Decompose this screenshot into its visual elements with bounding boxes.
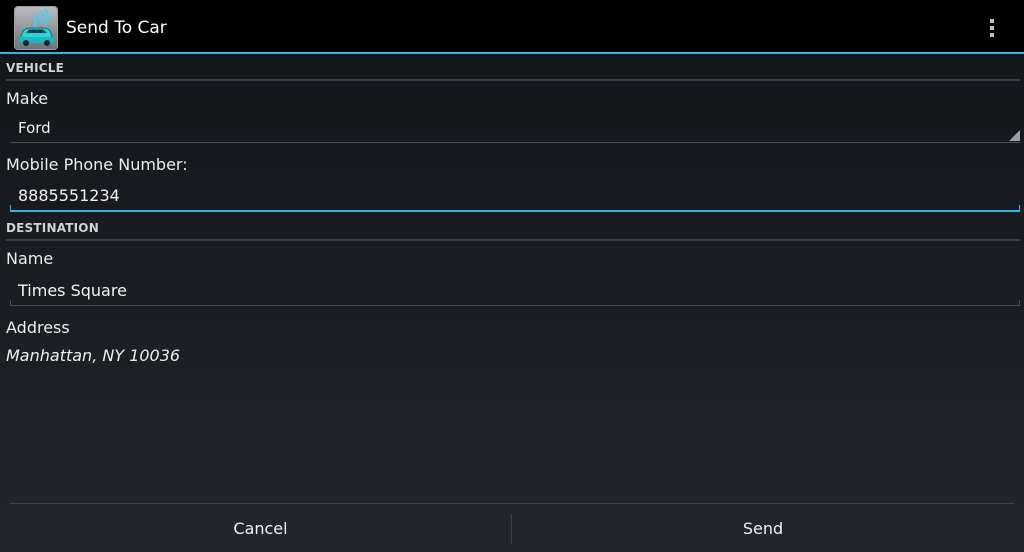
- car-signal-icon[interactable]: [14, 6, 58, 50]
- phone-number-input[interactable]: 8885551234: [10, 180, 1020, 212]
- button-bar: Cancel Send: [10, 503, 1014, 552]
- cancel-button[interactable]: Cancel: [10, 504, 511, 552]
- name-label: Name: [6, 249, 54, 268]
- spinner-arrow-icon: [1009, 130, 1020, 141]
- destination-name-input[interactable]: Times Square: [10, 274, 1020, 306]
- address-label: Address: [6, 318, 70, 337]
- vehicle-section-header: VEHICLE: [6, 57, 1020, 81]
- address-value: Manhattan, NY 10036: [6, 346, 181, 365]
- app-title: Send To Car: [66, 18, 167, 38]
- overflow-dot: [990, 26, 994, 30]
- vehicle-section-title: VEHICLE: [6, 61, 65, 75]
- destination-section-header: DESTINATION: [6, 217, 1020, 241]
- overflow-menu-button[interactable]: [976, 10, 1008, 46]
- action-bar: Send To Car: [0, 0, 1024, 54]
- overflow-dot: [990, 33, 994, 37]
- phone-number-value: 8885551234: [18, 186, 120, 205]
- overflow-dot: [990, 19, 994, 23]
- make-value: Ford: [18, 119, 51, 137]
- destination-section-title: DESTINATION: [6, 221, 99, 235]
- destination-name-value: Times Square: [18, 281, 127, 300]
- send-button[interactable]: Send: [512, 504, 1014, 552]
- make-spinner[interactable]: Ford: [10, 112, 1020, 143]
- phone-label: Mobile Phone Number:: [6, 155, 188, 174]
- make-label: Make: [6, 89, 49, 108]
